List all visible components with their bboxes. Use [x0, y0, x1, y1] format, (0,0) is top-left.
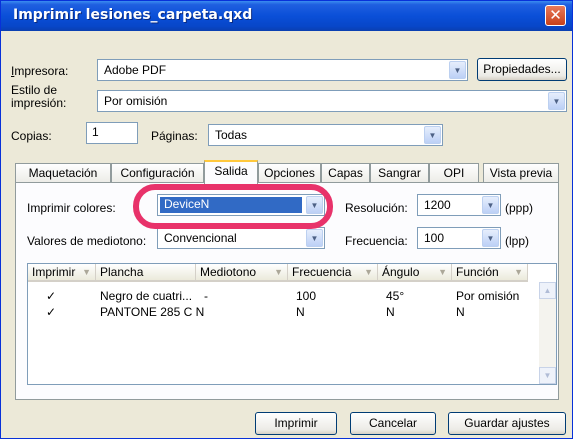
row-2-plate[interactable]: PANTONE 285 C N	[100, 305, 204, 319]
column-header-halftone[interactable]: Mediotono ▼	[196, 264, 288, 282]
tab-vista-previa[interactable]: Vista previa	[483, 163, 559, 183]
copies-input[interactable]: 1	[86, 122, 138, 144]
halftone-label: Valores de mediotono:	[27, 234, 147, 248]
print-colors-value: DeviceN	[160, 197, 302, 213]
frequency-select[interactable]: 100 ▼	[417, 227, 501, 249]
chevron-down-icon[interactable]: ▼	[449, 61, 466, 79]
sort-icon: ▼	[364, 267, 373, 277]
row-2-angle[interactable]: N	[386, 305, 395, 319]
resolution-value: 1200	[424, 198, 451, 212]
resolution-select[interactable]: 1200 ▼	[417, 194, 501, 216]
chevron-down-icon[interactable]: ▼	[424, 126, 441, 144]
row-2-function[interactable]: N	[456, 305, 465, 319]
print-style-value: Por omisión	[104, 94, 168, 108]
tab-capas[interactable]: Capas	[321, 163, 370, 183]
printer-value: Adobe PDF	[104, 63, 167, 77]
print-style-label: Estilo de impresión:	[11, 83, 67, 110]
chevron-down-icon[interactable]: ▼	[306, 196, 323, 214]
sort-icon: ▼	[82, 267, 91, 277]
row-2-print-check[interactable]: ✓	[46, 305, 56, 319]
chevron-down-icon[interactable]: ▼	[306, 229, 323, 247]
pages-label: Páginas:	[151, 129, 198, 143]
frequency-value: 100	[424, 231, 445, 245]
halftone-value: Convencional	[164, 231, 237, 245]
row-1-frequency[interactable]: 100	[296, 289, 316, 303]
column-header-plate[interactable]: Plancha	[96, 264, 196, 282]
title-bar[interactable]: Imprimir lesiones_carpeta.qxd ✕	[1, 1, 572, 31]
close-button[interactable]: ✕	[545, 5, 566, 26]
halftone-select[interactable]: Convencional ▼	[157, 227, 325, 249]
column-header-frequency[interactable]: Frecuencia ▼	[288, 264, 378, 282]
print-style-select[interactable]: Por omisión ▼	[97, 90, 567, 112]
frequency-label: Frecuencia:	[345, 234, 408, 248]
printer-label: Impresora:	[11, 64, 69, 78]
frequency-unit: (lpp)	[505, 234, 530, 248]
tab-sangrar[interactable]: Sangrar	[370, 163, 429, 183]
tab-opi[interactable]: OPI	[429, 163, 479, 183]
print-colors-label: Imprimir colores:	[27, 201, 116, 215]
pages-value: Todas	[215, 128, 248, 142]
copies-label: Copias:	[11, 129, 52, 143]
printer-select[interactable]: Adobe PDF ▼	[97, 59, 468, 81]
tab-opciones[interactable]: Opciones	[258, 163, 321, 183]
column-header-angle[interactable]: Ángulo ▼	[378, 264, 452, 282]
chevron-down-icon[interactable]: ▼	[482, 196, 499, 214]
cancel-button[interactable]: Cancelar	[350, 412, 436, 435]
print-colors-select[interactable]: DeviceN ▼	[157, 194, 325, 216]
chevron-down-icon[interactable]: ▼	[548, 92, 565, 110]
properties-button[interactable]: Propiedades...	[477, 58, 567, 81]
row-1-plate[interactable]: Negro de cuatri...	[100, 289, 192, 303]
resolution-label: Resolución:	[345, 201, 408, 215]
save-settings-button[interactable]: Guardar ajustes	[448, 412, 566, 435]
row-1-halftone[interactable]: -	[204, 289, 208, 303]
sort-icon: ▼	[274, 267, 283, 277]
tab-strip: Maquetación Configuración Salida Opcione…	[15, 160, 559, 184]
chevron-down-icon[interactable]: ▼	[482, 229, 499, 247]
tab-configuracion[interactable]: Configuración	[111, 163, 204, 183]
tab-salida[interactable]: Salida	[204, 160, 258, 184]
sort-icon: ▼	[438, 267, 447, 277]
resolution-unit: (ppp)	[505, 201, 534, 215]
sort-icon: ▼	[514, 267, 523, 277]
scroll-down-icon[interactable]: ▼	[539, 367, 556, 384]
tab-maquetacion[interactable]: Maquetación	[15, 163, 111, 183]
print-button[interactable]: Imprimir	[255, 412, 337, 435]
window-title: Imprimir lesiones_carpeta.qxd	[13, 7, 253, 23]
row-1-print-check[interactable]: ✓	[46, 289, 56, 303]
scroll-up-icon[interactable]: ▲	[539, 282, 556, 299]
vertical-scrollbar[interactable]: ▲ ▼	[539, 282, 556, 384]
plates-table: Imprimir ▼ Plancha Mediotono ▼ Frecuencia ▼…	[27, 263, 557, 385]
row-1-angle[interactable]: 45°	[386, 289, 404, 303]
row-2-frequency[interactable]: N	[296, 305, 305, 319]
print-dialog: Imprimir lesiones_carpeta.qxd ✕ Impresor…	[0, 0, 573, 439]
row-1-function[interactable]: Por omisión	[456, 289, 519, 303]
pages-select[interactable]: Todas ▼	[208, 124, 443, 146]
column-header-print[interactable]: Imprimir ▼	[28, 264, 96, 282]
column-header-function[interactable]: Función ▼	[452, 264, 528, 282]
